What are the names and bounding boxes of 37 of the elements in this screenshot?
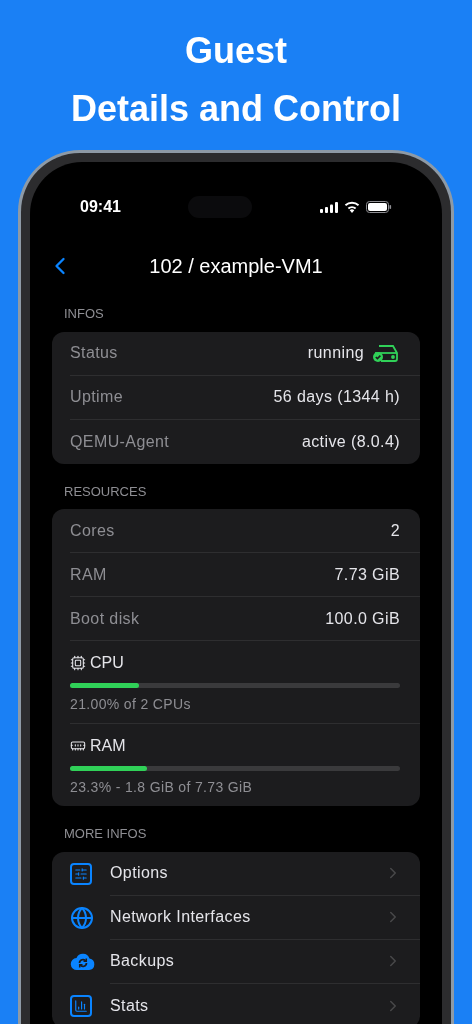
meter-label: RAM (90, 736, 126, 756)
status-time: 09:41 (80, 197, 121, 217)
headline: Details and Control (71, 87, 401, 131)
row-value: 100.0 GiB (325, 608, 400, 629)
signal-icon (320, 201, 338, 213)
cloud-sync-icon (70, 951, 96, 972)
meter-reading: 23.3% - 1.8 GiB of 7.73 GiB (70, 778, 254, 797)
row-label: RAM (70, 564, 107, 585)
row-label: Cores (70, 520, 115, 541)
globe-icon (70, 905, 94, 930)
menu-item[interactable]: Backups (70, 939, 420, 984)
row-value: 7.73 GiB (334, 564, 400, 585)
row-value: 2 (390, 520, 400, 541)
section-header: MORE INFOS (63, 825, 148, 843)
row-value: active (8.0.4) (301, 431, 400, 452)
nav-title: 102 / example-VM1 (149, 254, 323, 279)
row-value: 56 days (1344 h) (273, 387, 400, 407)
menu-item[interactable]: Options (70, 851, 420, 896)
cpu-icon (70, 655, 86, 671)
row-label: QEMU-Agent (70, 431, 170, 452)
sliders-icon (70, 862, 92, 885)
menu-item[interactable]: Stats (70, 983, 420, 1024)
wifi-icon (344, 201, 360, 213)
memory-icon (70, 738, 86, 754)
menu-item[interactable]: Network Interfaces (70, 895, 420, 940)
meter-label: CPU (90, 653, 124, 673)
section-header: RESOURCES (63, 482, 148, 501)
headline: Guest (185, 29, 287, 73)
battery-icon (366, 201, 392, 213)
meter-reading: 21.00% of 2 CPUs (70, 695, 192, 714)
section-header: INFOS (63, 305, 105, 323)
drive-check-icon (372, 343, 400, 363)
row-label: Boot disk (70, 608, 140, 629)
row-label: Status (70, 343, 118, 363)
bar-chart-icon (70, 994, 92, 1017)
row-label: Uptime (70, 387, 124, 407)
row-value: running (307, 343, 364, 363)
